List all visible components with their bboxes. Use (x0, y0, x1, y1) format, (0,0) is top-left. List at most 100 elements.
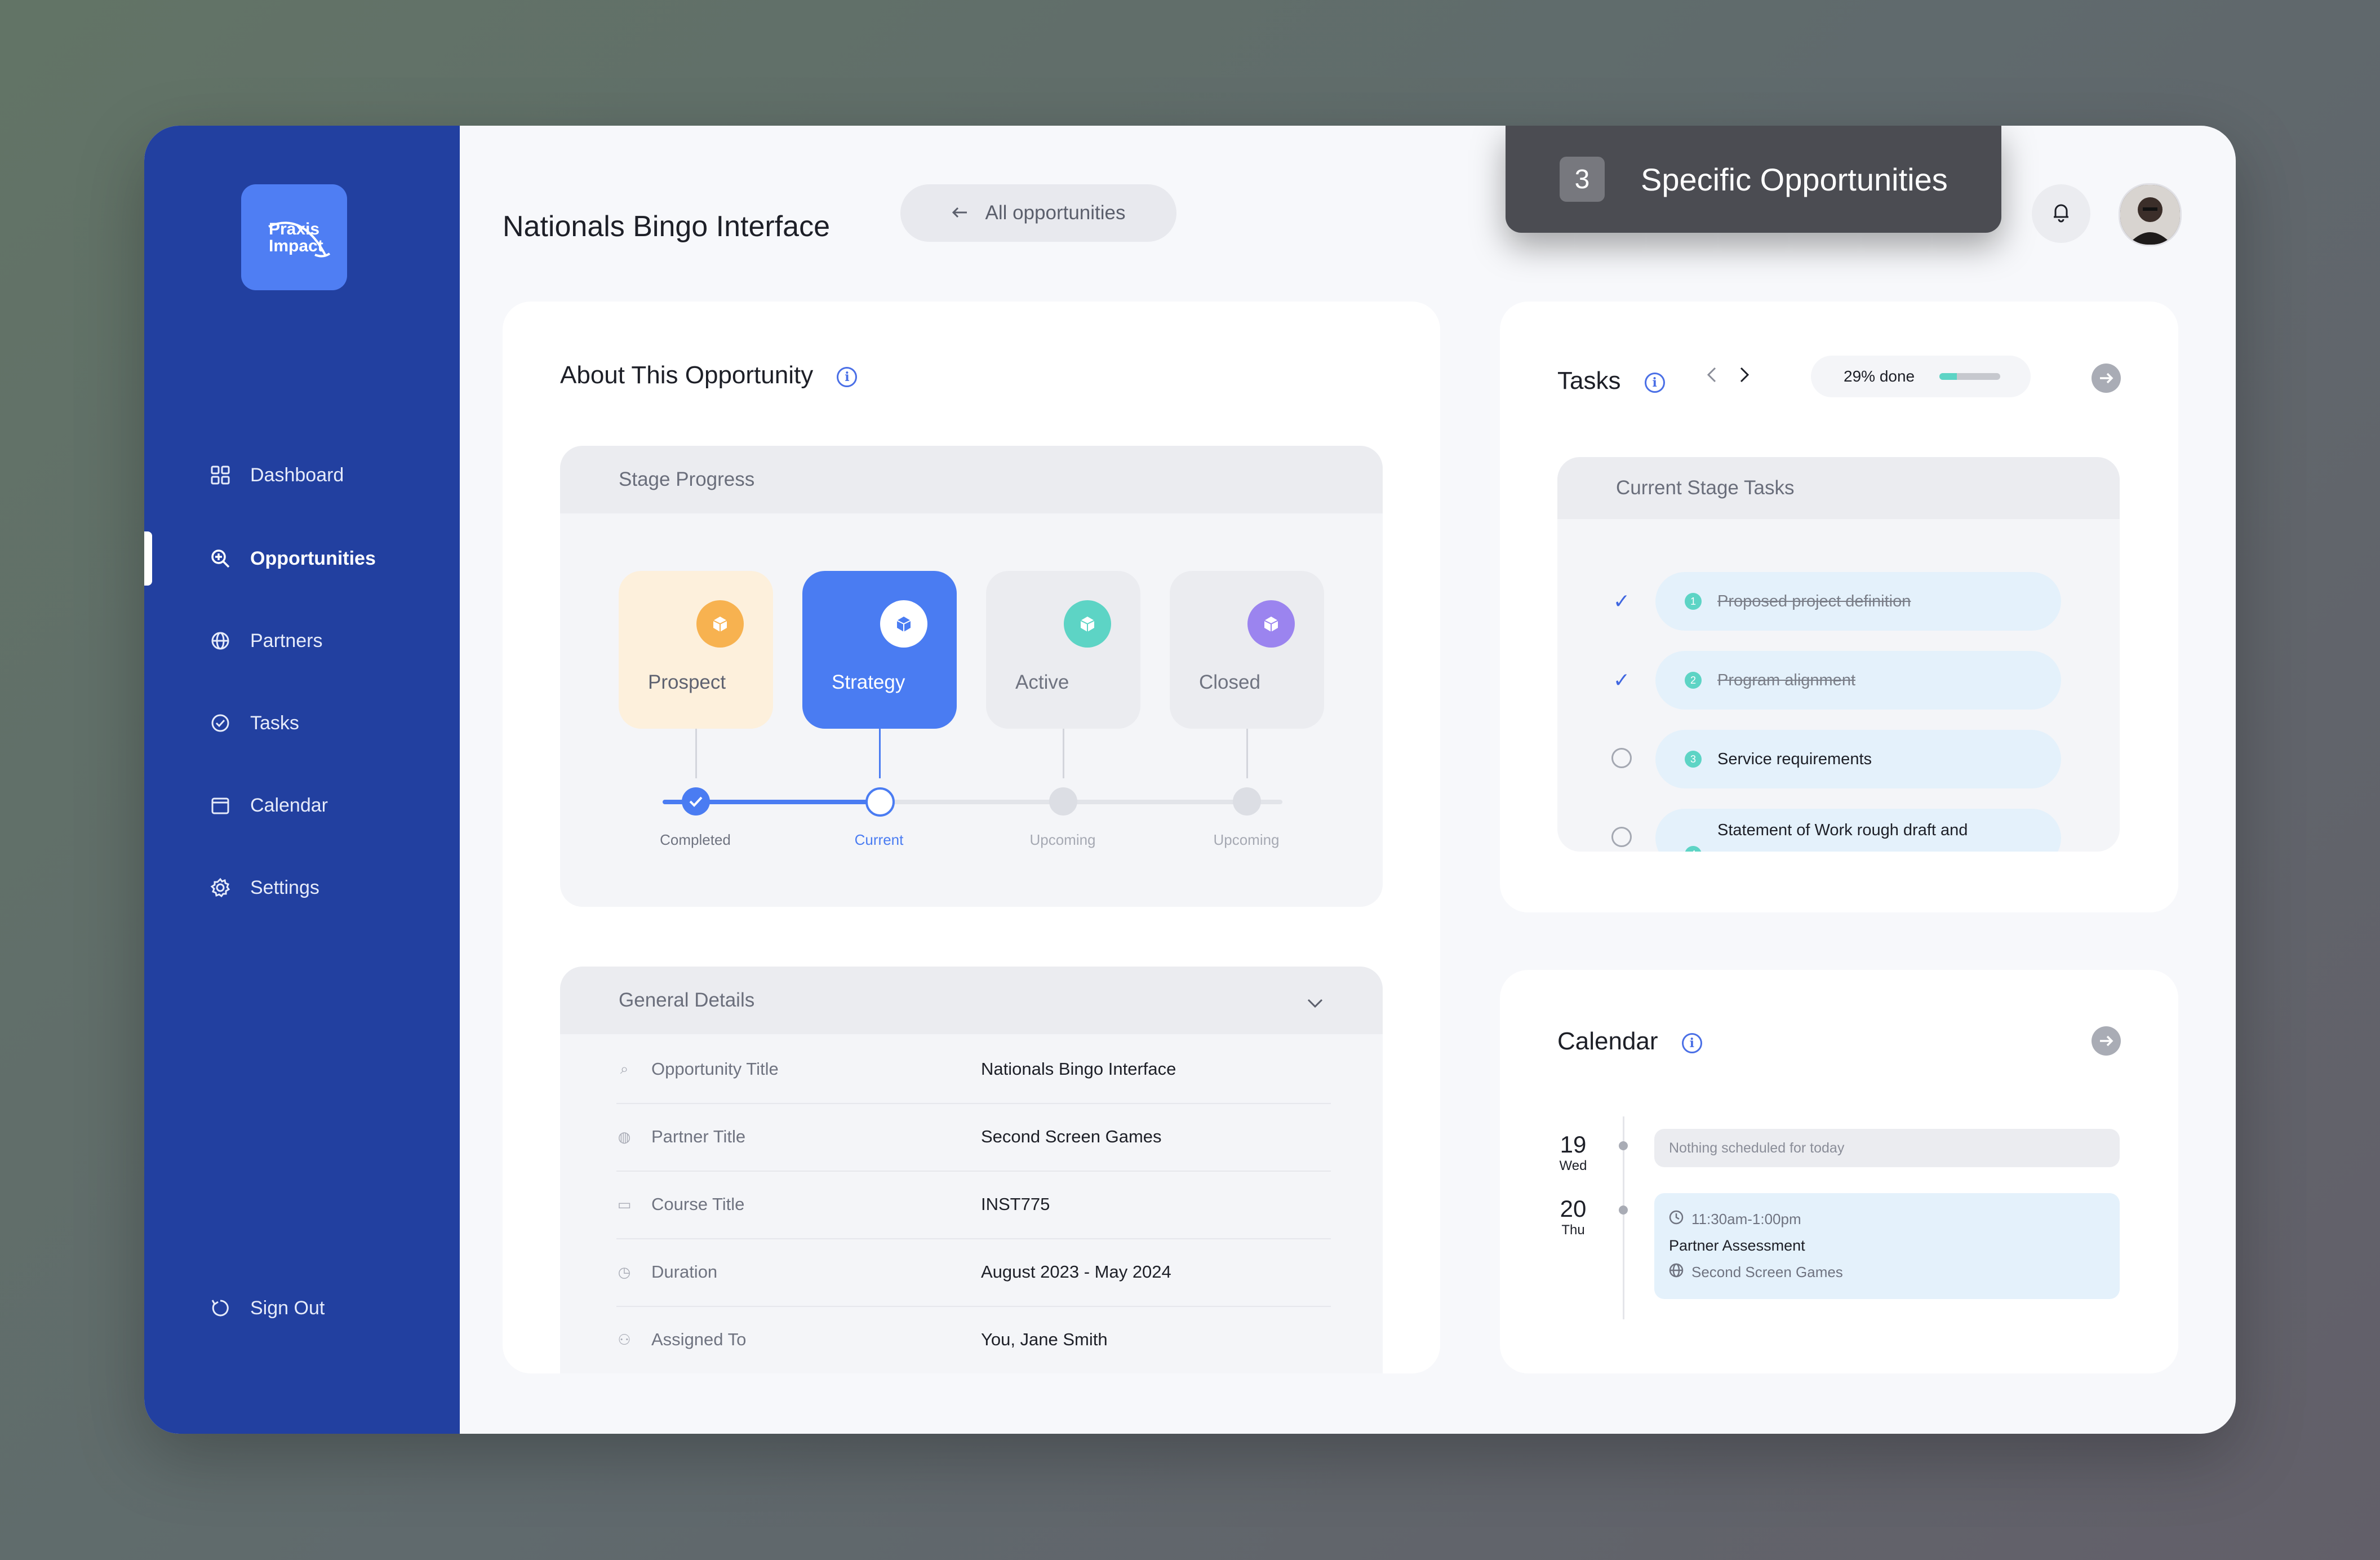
app-logo[interactable]: Praxis Impact (241, 184, 347, 290)
next-arrow-icon[interactable] (1738, 366, 1751, 387)
info-icon[interactable]: i (837, 367, 858, 387)
stage-status: Completed (660, 831, 731, 848)
stage-connector (695, 729, 697, 778)
task-number: 1 (1685, 593, 1702, 610)
calendar-day-19[interactable]: 19 Wed (1556, 1131, 1590, 1174)
page-title: Nationals Bingo Interface (503, 210, 831, 243)
stage-marker-completed[interactable] (682, 787, 710, 816)
tasks-card: Tasks i 29% done Current Stage Tasks ✓ 1… (1500, 302, 2178, 912)
tasks-title: Tasks i (1557, 367, 1665, 395)
general-details-panel: General Details ⌕ Opportunity Title Nati… (560, 967, 1383, 1373)
check-icon[interactable]: ✓ (1611, 668, 1632, 692)
general-details-title: General Details (619, 989, 755, 1011)
globe-icon (1669, 1263, 1684, 1282)
task-item[interactable]: 3 Service requirements (1655, 730, 2061, 788)
unchecked-circle-icon[interactable] (1611, 827, 1632, 847)
about-title-text: About This Opportunity (560, 361, 814, 389)
sidebar-item-tasks[interactable]: Tasks (210, 701, 446, 746)
unchecked-circle-icon[interactable] (1611, 748, 1632, 768)
info-icon[interactable]: i (1644, 373, 1665, 393)
prev-arrow-icon[interactable] (1705, 366, 1719, 387)
active-nav-indicator (144, 531, 152, 586)
stage-marker-upcoming[interactable] (1049, 787, 1077, 816)
arrow-left-icon (951, 202, 969, 224)
timeline-dot (1619, 1206, 1628, 1215)
detail-row: ⌕ Opportunity Title Nationals Bingo Inte… (616, 1035, 1331, 1104)
stage-progress-header: Stage Progress (560, 446, 1383, 513)
stage-icon (880, 600, 927, 648)
bell-icon (2052, 202, 2071, 225)
progress-bar-fill (1939, 373, 1957, 380)
stage-label: Active (1015, 671, 1069, 693)
calendar-title-text: Calendar (1557, 1027, 1658, 1055)
detail-key: Duration (651, 1262, 718, 1282)
sidebar-item-label: Dashboard (250, 464, 344, 486)
sidebar-item-opportunities[interactable]: Opportunities (210, 536, 446, 581)
stage-tile-prospect[interactable]: Prospect (619, 571, 773, 729)
detail-value: You, Jane Smith (981, 1329, 1108, 1349)
stage-label: Prospect (648, 671, 726, 693)
about-title: About This Opportunity i (560, 361, 858, 389)
task-item[interactable]: 4 Statement of Work rough draft and (1655, 809, 2061, 852)
globe-icon (210, 630, 231, 652)
praxis-impact-logo-icon: Praxis Impact (268, 220, 331, 258)
sidebar-item-label: Settings (250, 876, 319, 898)
calendar-day-20[interactable]: 20 Thu (1556, 1195, 1590, 1238)
check-icon (689, 796, 703, 807)
stage-connector (1063, 729, 1064, 778)
info-icon[interactable]: i (1681, 1033, 1702, 1053)
open-tasks-button[interactable] (2092, 364, 2121, 393)
stage-tile-active[interactable]: Active (986, 571, 1140, 729)
timeline-dot (1619, 1141, 1628, 1150)
task-text: Service requirements (1717, 750, 1872, 768)
task-number: 4 (1685, 846, 1702, 852)
all-opportunities-button[interactable]: All opportunities (900, 184, 1176, 242)
detail-key: Course Title (651, 1194, 745, 1214)
notifications-button[interactable] (2032, 184, 2090, 243)
sidebar-item-settings[interactable]: Settings (210, 865, 446, 910)
stage-connector (879, 729, 881, 778)
day-number: 19 (1560, 1131, 1587, 1158)
stage-tile-closed[interactable]: Closed (1170, 571, 1324, 729)
stage-tile-strategy[interactable]: Strategy (802, 571, 957, 729)
opportunity-count-toast: 3 Specific Opportunities (1506, 126, 2001, 233)
event-partner: Second Screen Games (1691, 1264, 1843, 1280)
stage-label: Closed (1199, 671, 1260, 693)
detail-key: Partner Title (651, 1127, 746, 1146)
check-icon[interactable]: ✓ (1611, 590, 1632, 613)
search-icon (210, 548, 231, 569)
user-avatar[interactable] (2119, 183, 2182, 246)
detail-value: Nationals Bingo Interface (981, 1059, 1176, 1079)
general-details-header[interactable]: General Details (560, 967, 1383, 1034)
detail-value: INST775 (981, 1194, 1050, 1214)
task-text: Statement of Work rough draft and (1717, 821, 1968, 839)
clock-icon: ◷ (618, 1263, 631, 1280)
sidebar-item-calendar[interactable]: Calendar (210, 783, 446, 828)
stage-marker-upcoming[interactable] (1233, 787, 1261, 816)
sign-out-button[interactable]: Sign Out (210, 1286, 446, 1331)
sidebar-item-label: Calendar (250, 794, 328, 816)
task-item[interactable]: 1 Proposed project definition (1655, 572, 2061, 631)
progress-label: 29% done (1844, 367, 1915, 385)
stage-connector (1246, 729, 1248, 778)
day-of-week: Thu (1561, 1222, 1585, 1238)
stage-progress-panel: Stage Progress Prospect Strategy Active (560, 446, 1383, 907)
detail-row: ◍ Partner Title Second Screen Games (616, 1103, 1331, 1172)
stage-marker-current[interactable] (865, 787, 895, 817)
task-text: Proposed project definition (1717, 592, 1911, 610)
sidebar-item-partners[interactable]: Partners (210, 618, 446, 663)
calendar-title: Calendar i (1557, 1027, 1702, 1056)
stage-icon (1247, 600, 1295, 648)
progress-bar (1939, 373, 2001, 380)
sidebar-item-dashboard[interactable]: Dashboard (210, 453, 446, 498)
sign-out-icon (210, 1297, 231, 1319)
calendar-card: Calendar i 19 Wed 20 Thu Nothing schedul… (1500, 970, 2178, 1373)
calendar-event[interactable]: 11:30am-1:00pm Partner Assessment Second… (1654, 1193, 2120, 1299)
chevron-down-icon[interactable] (1306, 991, 1324, 1014)
current-stage-tasks-header: Current Stage Tasks (1557, 457, 2120, 519)
stage-status: Current (854, 831, 904, 848)
arrow-right-icon (2100, 373, 2113, 384)
task-item[interactable]: 2 Program alignment (1655, 651, 2061, 710)
open-calendar-button[interactable] (2092, 1026, 2121, 1056)
sidebar: Praxis Impact Dashboard Opportunities Pa… (144, 126, 460, 1434)
